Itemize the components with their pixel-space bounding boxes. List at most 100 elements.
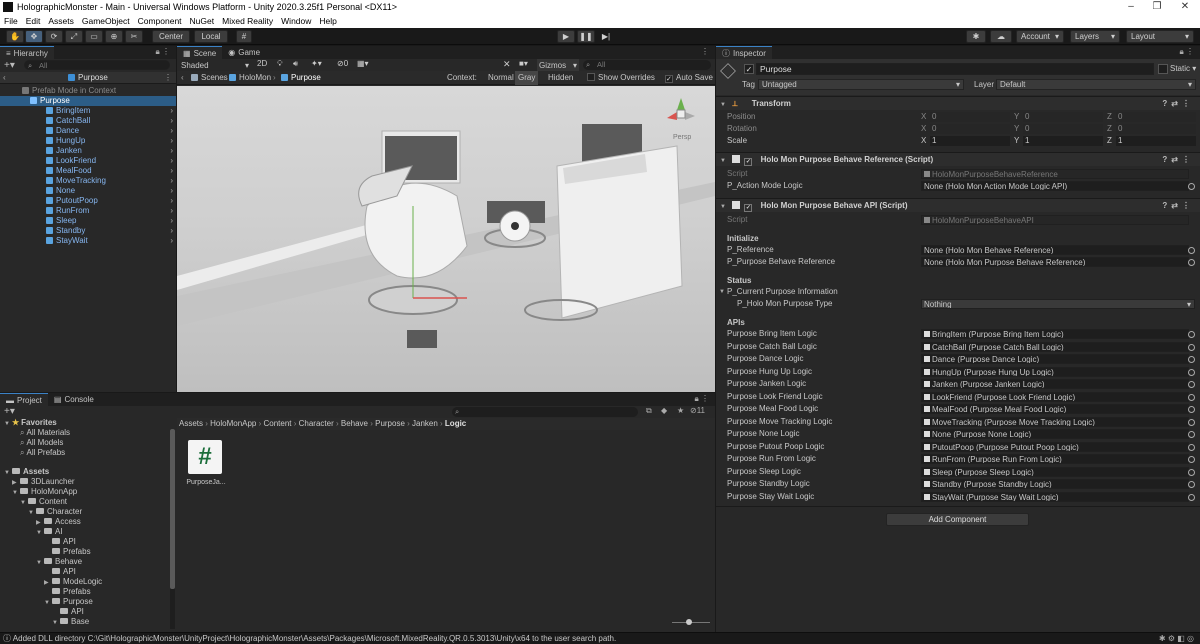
more-icon[interactable]: ⋮ xyxy=(164,73,172,82)
hidden-packages-toggle[interactable]: ⊘11 xyxy=(690,406,705,415)
custom-tool-icon[interactable]: ✂ xyxy=(125,30,143,43)
collab-icon[interactable]: ✱ xyxy=(966,30,986,43)
show-overrides-toggle[interactable]: Show Overrides xyxy=(587,71,655,85)
project-tree-item[interactable]: ▼ Purpose xyxy=(44,597,93,607)
chevron-right-icon[interactable]: › xyxy=(170,226,173,236)
transform-tool-icon[interactable]: ⊕ xyxy=(105,30,123,43)
object-picker-icon[interactable] xyxy=(1188,493,1195,501)
object-picker-icon[interactable] xyxy=(1188,393,1195,401)
menu-nuget[interactable]: NuGet xyxy=(190,16,215,26)
menu-window[interactable]: Window xyxy=(281,16,311,26)
position-z-field[interactable]: 0 xyxy=(1116,112,1196,122)
menu-help[interactable]: Help xyxy=(319,16,336,26)
menu-assets[interactable]: Assets xyxy=(48,16,74,26)
behave-reference-header[interactable]: ▼ ✓ Holo Mon Purpose Behave Reference (S… xyxy=(716,152,1200,166)
tab-scene[interactable]: ▦ Scene xyxy=(177,46,223,59)
hierarchy-item-putoutpoop[interactable]: PutoutPoop › xyxy=(0,196,176,206)
camera-icon[interactable]: ■▾ xyxy=(519,59,528,68)
reference-field[interactable]: None (Holo Mon Behave Reference) xyxy=(921,245,1189,255)
hierarchy-item-hungup[interactable]: HungUp › xyxy=(0,136,176,146)
api-object-field[interactable]: CatchBall (Purpose Catch Ball Logic) xyxy=(921,341,1189,352)
object-picker-icon[interactable] xyxy=(1188,431,1195,438)
chevron-right-icon[interactable]: › xyxy=(170,166,173,176)
prefab-mode-context-row[interactable]: Prefab Mode in Context xyxy=(22,86,116,96)
account-dropdown[interactable]: Account ▾ xyxy=(1016,30,1064,43)
action-mode-logic-field[interactable]: None (Holo Mon Action Mode Logic API) xyxy=(921,181,1189,191)
layout-dropdown[interactable]: Layout ▾ xyxy=(1126,30,1194,43)
context-gray[interactable]: Gray xyxy=(515,71,539,85)
transform-header[interactable]: ▼ ⟂ Transform ?⇄⋮ xyxy=(716,96,1200,110)
maximize-button[interactable]: ❐ xyxy=(1144,0,1170,14)
play-button[interactable]: ▶ xyxy=(557,30,575,43)
foldout-icon[interactable]: ▼ xyxy=(52,618,60,628)
project-tree-item[interactable]: API xyxy=(52,607,84,617)
scene-search-input[interactable]: ⌕ All xyxy=(583,60,711,70)
menu-file[interactable]: File xyxy=(4,16,18,26)
api-object-field[interactable]: LookFriend (Purpose Look Friend Logic) xyxy=(921,391,1189,402)
project-tree-item[interactable]: Prefabs xyxy=(44,547,91,557)
object-picker-icon[interactable] xyxy=(1188,343,1195,351)
api-object-field[interactable]: PutoutPoop (Purpose Putout Poop Logic) xyxy=(921,441,1189,452)
project-breadcrumb-item[interactable]: Janken xyxy=(412,419,438,428)
scale-x-field[interactable]: 1 xyxy=(930,136,1010,146)
scale-tool-icon[interactable]: ⤢ xyxy=(65,30,83,43)
add-icon[interactable]: +▾ xyxy=(4,406,15,417)
foldout-icon[interactable]: ▼ xyxy=(20,498,28,508)
foldout-icon[interactable]: ▼ xyxy=(36,558,44,568)
audio-icon[interactable]: 🔊︎ xyxy=(293,59,298,69)
context-normal[interactable]: Normal xyxy=(485,71,517,85)
position-x-field[interactable]: 0 xyxy=(930,112,1010,122)
behave-api-header[interactable]: ▼ ✓ Holo Mon Purpose Behave API (Script)… xyxy=(716,198,1200,212)
project-breadcrumb-item[interactable]: HoloMonApp xyxy=(210,419,256,428)
assets-header[interactable]: ▼ Assets xyxy=(4,467,49,477)
gizmos-dropdown[interactable]: Gizmos ▾ xyxy=(537,59,579,71)
object-picker-icon[interactable] xyxy=(1188,331,1195,338)
tab-hierarchy[interactable]: ≡ Hierarchy xyxy=(0,46,54,59)
project-breadcrumb-item[interactable]: Character xyxy=(299,419,334,428)
chevron-right-icon[interactable]: › xyxy=(170,116,173,126)
shading-dropdown[interactable]: Shaded ▾ xyxy=(179,59,251,71)
project-breadcrumb-item[interactable]: Behave xyxy=(341,419,368,428)
project-tree-item[interactable]: Prefabs xyxy=(44,587,91,597)
hierarchy-item-sleep[interactable]: Sleep › xyxy=(0,216,176,226)
hierarchy-item-runfrom[interactable]: RunFrom › xyxy=(0,206,176,216)
object-picker-icon[interactable] xyxy=(1188,381,1195,388)
lock-icon[interactable]: 🔒︎ ⋮ xyxy=(695,394,709,404)
project-tree-item[interactable]: ▼ Behave xyxy=(36,557,82,567)
api-object-field[interactable]: Janken (Purpose Janken Logic) xyxy=(921,379,1189,389)
hierarchy-item-movetracking[interactable]: MoveTracking › xyxy=(0,176,176,186)
project-tree-item[interactable]: ▶ ModeLogic xyxy=(44,577,102,587)
object-picker-icon[interactable] xyxy=(1188,406,1195,413)
chevron-right-icon[interactable]: › xyxy=(170,196,173,206)
tab-inspector[interactable]: ⓘ Inspector xyxy=(716,46,772,59)
rotate-tool-icon[interactable]: ⟳ xyxy=(45,30,63,43)
back-arrow-icon[interactable]: ‹ xyxy=(181,71,184,85)
move-tool-icon[interactable]: ✥ xyxy=(25,30,43,43)
chevron-right-icon[interactable]: › xyxy=(170,176,173,186)
object-picker-icon[interactable] xyxy=(1188,183,1195,190)
purpose-type-dropdown[interactable]: Nothing ▾ xyxy=(921,299,1195,309)
api-object-field[interactable]: Sleep (Purpose Sleep Logic) xyxy=(921,466,1189,477)
project-tree-item[interactable]: ▶ Access xyxy=(36,517,81,527)
chevron-right-icon[interactable]: › xyxy=(170,136,173,146)
api-object-field[interactable]: Standby (Purpose Standby Logic) xyxy=(921,479,1189,489)
component-menu-icons[interactable]: ?⇄⋮ xyxy=(1162,199,1194,213)
project-search-input[interactable]: ⌕ xyxy=(452,407,638,417)
chevron-right-icon[interactable]: › xyxy=(170,206,173,216)
foldout-icon[interactable]: ▼ xyxy=(28,508,36,518)
tag-dropdown[interactable]: Untagged ▾ xyxy=(758,79,964,90)
enabled-checkbox[interactable]: ✓ xyxy=(744,158,753,166)
active-checkbox[interactable]: ✓ xyxy=(744,64,754,74)
position-y-field[interactable]: 0 xyxy=(1023,112,1103,122)
favorite-star-icon[interactable]: ★ xyxy=(677,406,684,415)
foldout-icon[interactable]: ▼ xyxy=(12,488,20,498)
breadcrumb-purpose[interactable]: Purpose xyxy=(281,71,321,85)
static-checkbox[interactable] xyxy=(1158,64,1168,74)
project-breadcrumb-item[interactable]: Purpose xyxy=(375,419,405,428)
effects-icon[interactable]: ✦▾ xyxy=(311,59,322,68)
api-object-field[interactable]: BringItem (Purpose Bring Item Logic) xyxy=(921,329,1189,339)
lighting-icon[interactable]: 💡︎ xyxy=(277,59,283,69)
chevron-right-icon[interactable]: › xyxy=(170,236,173,246)
hierarchy-item-staywait[interactable]: StayWait › xyxy=(0,236,176,246)
hierarchy-item-lookfriend[interactable]: LookFriend › xyxy=(0,156,176,166)
